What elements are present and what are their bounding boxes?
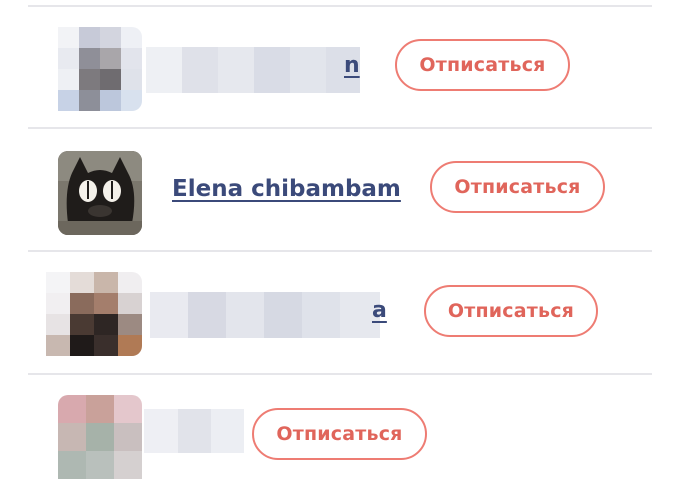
blurred-username[interactable] [144, 409, 244, 453]
subscription-list: n Отписаться Elena chibambam Отписаться [0, 0, 680, 479]
username-tail[interactable]: a [372, 298, 387, 323]
avatar[interactable] [46, 272, 142, 356]
username-tail[interactable]: n [344, 53, 360, 78]
cat-avatar-icon [58, 151, 142, 235]
unsubscribe-button[interactable]: Отписаться [252, 408, 427, 460]
unsubscribe-button[interactable]: Отписаться [424, 285, 598, 337]
blurred-username[interactable] [150, 292, 380, 338]
unsubscribe-button[interactable]: Отписаться [395, 39, 570, 91]
blurred-username[interactable] [146, 47, 360, 93]
avatar[interactable] [58, 27, 142, 111]
unsubscribe-button[interactable]: Отписаться [430, 161, 605, 213]
list-item: n Отписаться [0, 7, 680, 129]
list-item: Elena chibambam Отписаться [0, 129, 680, 251]
avatar[interactable] [58, 151, 142, 235]
list-item: Отписаться [0, 375, 680, 497]
list-item: a Отписаться [0, 252, 680, 374]
avatar[interactable] [58, 395, 142, 479]
username-link[interactable]: Elena chibambam [172, 176, 401, 202]
